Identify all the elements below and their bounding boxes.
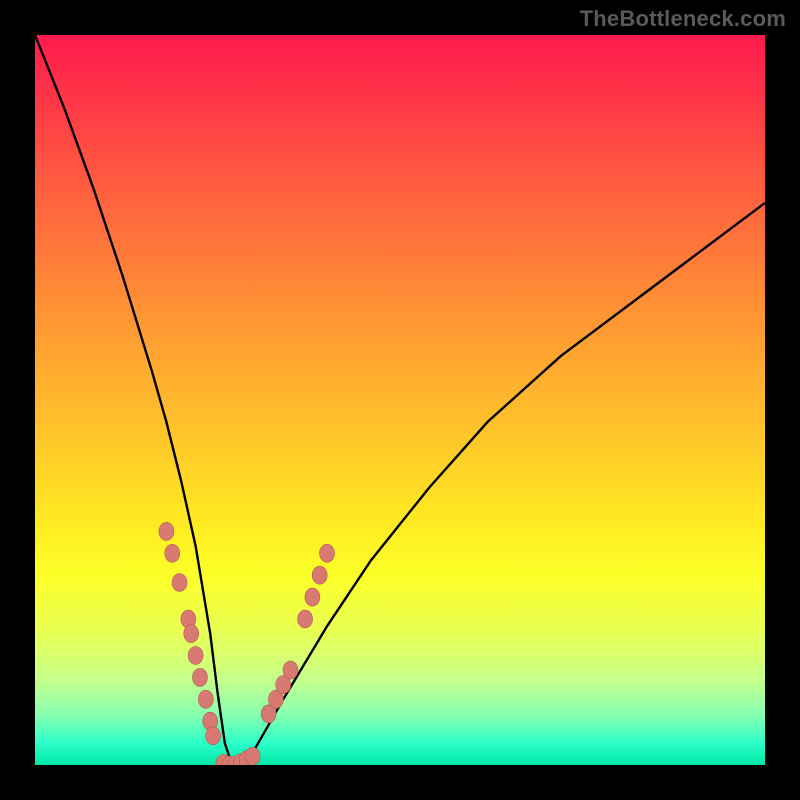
- data-point: [198, 690, 213, 708]
- data-point: [312, 566, 327, 584]
- data-point: [206, 727, 221, 745]
- data-point: [305, 588, 320, 606]
- chart-frame: TheBottleneck.com: [0, 0, 800, 800]
- data-point: [165, 544, 180, 562]
- data-point: [298, 610, 313, 628]
- data-point: [188, 647, 203, 665]
- plot-area: [35, 35, 765, 765]
- bottleneck-curve: [35, 35, 765, 765]
- data-point: [283, 661, 298, 679]
- data-point: [192, 668, 207, 686]
- data-point: [172, 574, 187, 592]
- data-point: [159, 522, 174, 540]
- data-point: [245, 747, 260, 765]
- data-point: [320, 544, 335, 562]
- data-point: [184, 625, 199, 643]
- watermark-label: TheBottleneck.com: [580, 6, 786, 32]
- curve-layer: [35, 35, 765, 765]
